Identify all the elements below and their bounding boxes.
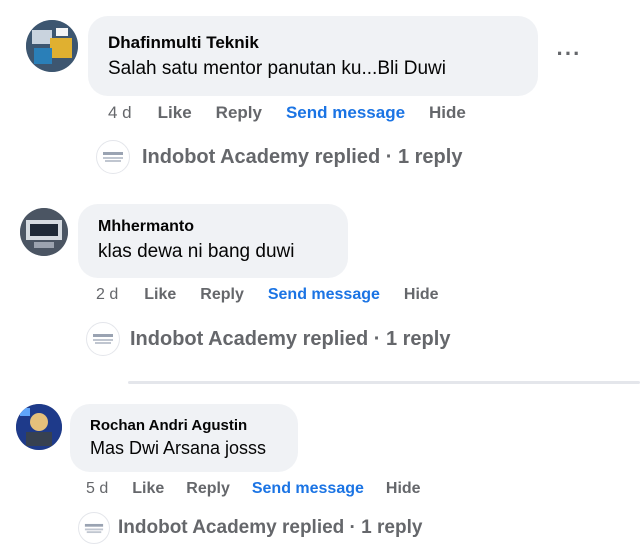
view-replies-link[interactable]: Indobot Academy replied · 1 reply xyxy=(96,140,462,174)
reply-button[interactable]: Reply xyxy=(216,103,262,123)
avatar[interactable] xyxy=(20,208,68,256)
send-message-button[interactable]: Send message xyxy=(252,480,364,498)
comment-bubble: Dhafinmulti Teknik Salah satu mentor pan… xyxy=(88,16,538,96)
indobot-logo-icon xyxy=(78,512,110,544)
more-options-icon[interactable]: ··· xyxy=(554,41,584,66)
comment-timestamp[interactable]: 5 d xyxy=(86,480,108,498)
avatar[interactable] xyxy=(16,404,62,450)
hide-button[interactable]: Hide xyxy=(404,286,439,304)
comment-bubble: Mhhermanto klas dewa ni bang duwi xyxy=(78,204,348,278)
view-replies-link[interactable]: Indobot Academy replied · 1 reply xyxy=(86,322,450,356)
comment-timestamp[interactable]: 2 d xyxy=(96,286,118,304)
send-message-button[interactable]: Send message xyxy=(268,286,380,304)
like-button[interactable]: Like xyxy=(144,286,176,304)
comment-timestamp[interactable]: 4 d xyxy=(108,103,132,123)
comment-text: Mas Dwi Arsana josss xyxy=(90,438,267,458)
replied-summary: Indobot Academy replied · 1 reply xyxy=(130,327,451,350)
comment-bubble: Rochan Andri Agustin Mas Dwi Arsana joss… xyxy=(70,404,298,472)
like-button[interactable]: Like xyxy=(158,103,192,123)
indobot-logo-icon xyxy=(86,322,120,356)
reply-button[interactable]: Reply xyxy=(186,480,230,498)
indobot-logo-icon xyxy=(96,140,130,174)
thread-divider xyxy=(128,381,640,384)
hide-button[interactable]: Hide xyxy=(429,103,466,123)
comment-text: klas dewa ni bang duwi xyxy=(98,241,295,262)
comment-actions: 4 d Like Reply Send message Hide xyxy=(108,102,466,124)
comment-author[interactable]: Rochan Andri Agustin xyxy=(90,417,278,434)
like-button[interactable]: Like xyxy=(132,480,164,498)
replied-summary: Indobot Academy replied · 1 reply xyxy=(118,517,423,538)
comment-author[interactable]: Mhhermanto xyxy=(98,218,328,236)
comment-text: Salah satu mentor panutan ku...Bli Duwi xyxy=(108,58,446,79)
hide-button[interactable]: Hide xyxy=(386,480,421,498)
reply-button[interactable]: Reply xyxy=(200,286,244,304)
avatar[interactable] xyxy=(26,20,78,72)
view-replies-link[interactable]: Indobot Academy replied · 1 reply xyxy=(78,512,422,544)
send-message-button[interactable]: Send message xyxy=(286,103,405,123)
comment-actions: 2 d Like Reply Send message Hide xyxy=(96,284,439,306)
comment-author[interactable]: Dhafinmulti Teknik xyxy=(108,33,518,53)
comment-actions: 5 d Like Reply Send message Hide xyxy=(86,478,421,500)
replied-summary: Indobot Academy replied · 1 reply xyxy=(142,145,463,168)
